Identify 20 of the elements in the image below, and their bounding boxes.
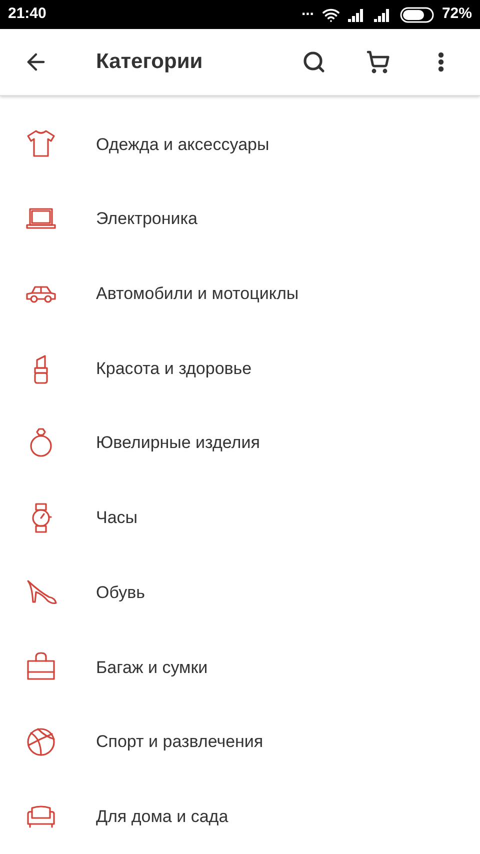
- signal-icon: [374, 8, 392, 22]
- category-item[interactable]: Электроника: [0, 182, 480, 256]
- category-item[interactable]: Обувь: [0, 555, 480, 630]
- battery-icon: [400, 6, 434, 23]
- category-item[interactable]: Автомобили и мотоциклы: [0, 256, 480, 332]
- category-item[interactable]: Ювелирные изделия: [0, 406, 480, 481]
- screen-title: Категории: [96, 49, 203, 76]
- battery-percent: 72%: [442, 4, 472, 24]
- search-icon: [302, 50, 326, 74]
- signal-icon: [348, 8, 366, 22]
- more-icon: [438, 52, 444, 72]
- category-item[interactable]: Красота и здоровье: [0, 331, 480, 406]
- cart-icon: [366, 50, 390, 74]
- category-item[interactable]: Часы: [0, 480, 480, 556]
- category-item[interactable]: Одежда и аксессуары: [0, 107, 480, 182]
- category-item[interactable]: Багаж и сумки: [0, 630, 480, 705]
- category-item[interactable]: Спорт и развлечения: [0, 704, 480, 780]
- notification-dots: ...: [301, 3, 314, 18]
- category-item[interactable]: Для дома и сада: [0, 779, 480, 854]
- status-time: 21:40: [8, 4, 46, 24]
